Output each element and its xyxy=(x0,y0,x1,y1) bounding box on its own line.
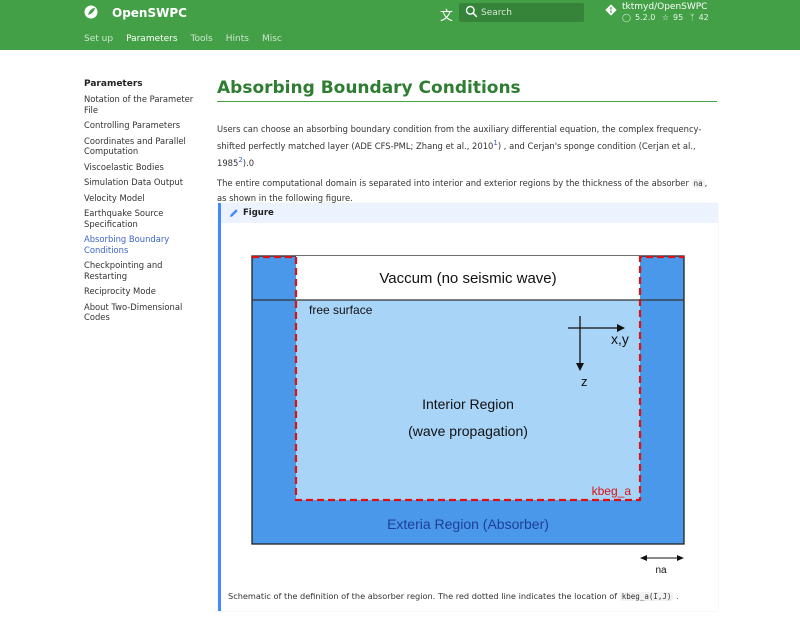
kbeg-label: kbeg_a xyxy=(592,484,632,498)
sidebar-item-reciprocity[interactable]: Reciprocity Mode xyxy=(84,286,199,297)
sidebar-item-source[interactable]: Earthquake Source Specification xyxy=(84,208,199,229)
search-icon xyxy=(465,5,478,18)
sidebar-item-absorbing[interactable]: Absorbing Boundary Conditions xyxy=(84,234,199,255)
star-icon: ☆ xyxy=(661,13,670,22)
na-code: na xyxy=(691,178,705,188)
admonition-title: Figure xyxy=(243,208,274,218)
tab-setup[interactable]: Set up xyxy=(84,34,113,44)
repo-forks: 42 xyxy=(698,13,709,22)
na-arrow xyxy=(640,555,684,561)
z-axis-label: z xyxy=(581,374,588,389)
vaccum-label: Vaccum (no seismic wave) xyxy=(379,270,556,287)
intro-text-3: ).0 xyxy=(242,157,255,168)
na-label: na xyxy=(655,565,667,576)
page-title: Absorbing Boundary Conditions xyxy=(217,78,717,102)
repo-stars: 95 xyxy=(673,13,684,22)
tab-tools[interactable]: Tools xyxy=(191,34,213,44)
tab-hints[interactable]: Hints xyxy=(226,34,249,44)
tab-misc[interactable]: Misc xyxy=(262,34,282,44)
tag-icon: ◯ xyxy=(622,13,631,22)
repo-name: tktmyd/OpenSWPC xyxy=(622,2,708,12)
figure-caption: Schematic of the definition of the absor… xyxy=(228,591,679,601)
admonition-header: Figure xyxy=(221,203,718,223)
tab-parameters[interactable]: Parameters xyxy=(126,34,178,44)
fork-icon: ᛉ xyxy=(689,13,695,22)
search-input[interactable] xyxy=(481,5,577,20)
sidebar-item-velocity[interactable]: Velocity Model xyxy=(84,193,199,204)
sidebar-item-coordinates[interactable]: Coordinates and Parallel Computation xyxy=(84,136,199,157)
sidebar: Parameters Notation of the Parameter Fil… xyxy=(84,79,199,328)
sidebar-item-notation[interactable]: Notation of the Parameter File xyxy=(84,94,199,115)
domain-text-1: The entire computational domain is separ… xyxy=(217,177,692,188)
absorber-figure: Vaccum (no seismic wave) free surface x,… xyxy=(251,255,685,576)
interior-label: Interior Region xyxy=(422,396,514,412)
interior-sublabel: (wave propagation) xyxy=(408,423,528,439)
translate-icon[interactable]: 文 xyxy=(440,5,453,24)
header: OpenSWPC 文 tktmyd/OpenSWPC ◯5.2.0 ☆95 ᛉ4… xyxy=(0,0,800,50)
xy-axis-label: x,y xyxy=(611,331,629,347)
caption-text-1: Schematic of the definition of the absor… xyxy=(228,591,620,601)
free-surface-label: free surface xyxy=(309,303,373,317)
sidebar-title: Parameters xyxy=(84,79,143,89)
pencil-icon xyxy=(230,209,238,217)
openswpc-logo-icon[interactable] xyxy=(84,5,98,19)
repo-version: 5.2.0 xyxy=(634,13,656,22)
sidebar-item-controlling[interactable]: Controlling Parameters xyxy=(84,120,199,131)
kbeg-code: kbeg_a(I,J) xyxy=(619,592,674,601)
caption-text-2: . xyxy=(673,591,679,601)
search-box[interactable] xyxy=(459,3,584,22)
site-title[interactable]: OpenSWPC xyxy=(112,6,187,20)
domain-paragraph: The entire computational domain is separ… xyxy=(217,176,717,205)
intro-paragraph: Users can choose an absorbing boundary c… xyxy=(217,122,717,170)
main-content: Absorbing Boundary Conditions Users can … xyxy=(217,78,717,205)
figure-admonition: Figure Vaccum (no seismic wave) free sur… xyxy=(218,203,718,611)
sidebar-item-2d[interactable]: About Two-Dimensional Codes xyxy=(84,302,199,323)
exterior-label: Exteria Region (Absorber) xyxy=(387,516,549,532)
nav-tabs: Set up Parameters Tools Hints Misc xyxy=(84,34,295,44)
repo-stats: ◯ 5.2.0 ☆ 95 ᛉ 42 xyxy=(622,13,713,22)
sidebar-item-checkpointing[interactable]: Checkpointing and Restarting xyxy=(84,260,199,281)
sidebar-item-output[interactable]: Simulation Data Output xyxy=(84,177,199,188)
sidebar-item-viscoelastic[interactable]: Viscoelastic Bodies xyxy=(84,162,199,173)
git-icon xyxy=(605,4,617,16)
